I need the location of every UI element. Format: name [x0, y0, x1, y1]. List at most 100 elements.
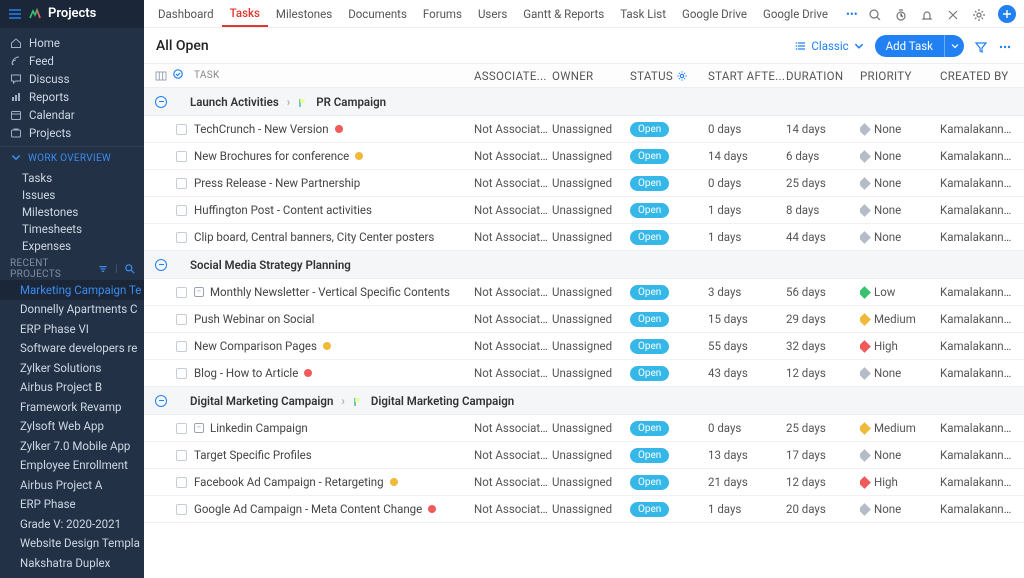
sidebar-subitem-timesheets[interactable]: Timesheets	[0, 220, 144, 237]
task-row[interactable]: Clip board, Central banners, City Center…	[144, 224, 1024, 251]
col-start[interactable]: START AFTE...	[708, 69, 786, 83]
sort-icon[interactable]	[97, 263, 109, 275]
tab-tasks[interactable]: Tasks	[222, 0, 268, 27]
tab-google-drive[interactable]: Google Drive	[755, 0, 836, 27]
row-checkbox[interactable]	[176, 423, 187, 434]
hamburger-icon[interactable]	[8, 7, 22, 21]
sidebar-item-calendar[interactable]: Calendar	[0, 106, 144, 124]
recent-project-item[interactable]: Airbus Project B	[0, 378, 144, 398]
collapse-icon[interactable]	[155, 96, 167, 108]
col-created[interactable]: CREATED BY	[940, 69, 1016, 83]
row-checkbox[interactable]	[176, 504, 187, 515]
sidebar-subitem-milestones[interactable]: Milestones	[0, 203, 144, 220]
recent-project-item[interactable]: Nakshatra Duplex	[0, 553, 144, 573]
tab-milestones[interactable]: Milestones	[268, 0, 340, 27]
sidebar-item-discuss[interactable]: Discuss	[0, 70, 144, 88]
col-duration[interactable]: DURATION	[786, 69, 860, 83]
task-group-header[interactable]: Launch Activities›PR Campaign	[144, 88, 1024, 116]
task-row[interactable]: Push Webinar on SocialNot AssociatedUnas…	[144, 306, 1024, 333]
task-row[interactable]: TechCrunch - New VersionNot AssociatedUn…	[144, 116, 1024, 143]
task-row[interactable]: Press Release - New PartnershipNot Assoc…	[144, 170, 1024, 197]
row-checkbox[interactable]	[176, 232, 187, 243]
task-row[interactable]: New Brochures for conferenceNot Associat…	[144, 143, 1024, 170]
row-checkbox[interactable]	[176, 178, 187, 189]
task-row[interactable]: Blog - How to ArticleNot AssociatedUnass…	[144, 360, 1024, 387]
status-dot-icon	[355, 152, 363, 160]
row-checkbox[interactable]	[176, 314, 187, 325]
task-row[interactable]: Huffington Post - Content activitiesNot …	[144, 197, 1024, 224]
more-icon[interactable]	[998, 39, 1012, 53]
col-owner[interactable]: OWNER	[552, 69, 630, 83]
tab-google-drive[interactable]: Google Drive	[674, 0, 755, 27]
tab-forums[interactable]: Forums	[415, 0, 470, 27]
timer-icon[interactable]	[894, 7, 908, 21]
recent-project-item[interactable]: Airbus Project A	[0, 475, 144, 495]
task-group-header[interactable]: Digital Marketing Campaign›Digital Marke…	[144, 387, 1024, 415]
recent-project-item[interactable]: ERP Phase VI	[0, 319, 144, 339]
add-task-button[interactable]: Add Task	[875, 35, 964, 57]
row-checkbox[interactable]	[176, 368, 187, 379]
recent-project-item[interactable]: ERP Phase	[0, 495, 144, 515]
col-task[interactable]: TASK	[190, 70, 474, 81]
task-row[interactable]: Target Specific ProfilesNot AssociatedUn…	[144, 442, 1024, 469]
recent-project-item[interactable]: Zylker 7.0 Mobile App	[0, 436, 144, 456]
recent-project-item[interactable]: Software developers re	[0, 339, 144, 359]
recent-project-item[interactable]: Grade V: 2020-2021	[0, 514, 144, 534]
search-icon[interactable]	[124, 263, 136, 275]
tab-documents[interactable]: Documents	[340, 0, 415, 27]
collapse-icon[interactable]	[155, 259, 167, 271]
tools-icon[interactable]	[946, 7, 960, 21]
tab-gantt-reports[interactable]: Gantt & Reports	[515, 0, 612, 27]
task-row[interactable]: Facebook Ad Campaign - RetargetingNot As…	[144, 469, 1024, 496]
task-row[interactable]: Google Ad Campaign - Meta Content Change…	[144, 496, 1024, 523]
row-checkbox[interactable]	[176, 124, 187, 135]
sidebar-subitem-tasks[interactable]: Tasks	[0, 169, 144, 186]
col-status[interactable]: STATUS	[630, 69, 708, 83]
collapse-icon[interactable]	[155, 395, 167, 407]
row-checkbox[interactable]	[176, 151, 187, 162]
global-add-button[interactable]	[998, 5, 1016, 23]
cell-priority: None	[860, 448, 940, 462]
recent-project-item[interactable]: Donnelly Apartments C	[0, 300, 144, 320]
row-checkbox[interactable]	[176, 205, 187, 216]
view-mode-classic[interactable]: Classic	[795, 39, 864, 53]
recent-project-item[interactable]: Marketing Campaign Te	[0, 280, 144, 300]
col-priority[interactable]: PRIORITY	[860, 69, 940, 83]
columns-icon[interactable]	[155, 70, 167, 82]
filter-icon[interactable]	[974, 39, 988, 53]
expand-tree-icon[interactable]: –	[194, 287, 204, 297]
sidebar-section-work-overview[interactable]: WORK OVERVIEW	[0, 147, 144, 169]
task-row[interactable]: –Monthly Newsletter - Vertical Specific …	[144, 279, 1024, 306]
task-grid[interactable]: Launch Activities›PR CampaignTechCrunch …	[144, 88, 1024, 578]
sidebar-item-projects[interactable]: Projects	[0, 124, 144, 142]
select-all-icon[interactable]	[172, 68, 184, 80]
row-checkbox[interactable]	[176, 287, 187, 298]
recent-project-item[interactable]: Zylker Solutions	[0, 358, 144, 378]
task-row[interactable]: –Linkedin CampaignNot AssociatedUnassign…	[144, 415, 1024, 442]
recent-project-item[interactable]: Framework Revamp	[0, 397, 144, 417]
search-icon[interactable]	[868, 7, 882, 21]
gear-icon[interactable]	[972, 7, 986, 21]
col-associate[interactable]: ASSOCIATE...	[474, 69, 552, 83]
row-checkbox[interactable]	[176, 341, 187, 352]
tab-dashboard[interactable]: Dashboard	[150, 0, 222, 27]
task-group-header[interactable]: Social Media Strategy Planning	[144, 251, 1024, 279]
bell-icon[interactable]	[920, 7, 934, 21]
tab-task-list[interactable]: Task List	[612, 0, 674, 27]
task-row[interactable]: New Comparison PagesNot AssociatedUnassi…	[144, 333, 1024, 360]
recent-project-item[interactable]: Employee Enrollment	[0, 456, 144, 476]
recent-project-item[interactable]: Website Design Templa	[0, 534, 144, 554]
row-checkbox[interactable]	[176, 450, 187, 461]
more-tabs-button[interactable]: •••	[838, 0, 866, 27]
add-task-split[interactable]	[944, 35, 964, 57]
flag-icon	[353, 396, 363, 406]
sidebar-item-reports[interactable]: Reports	[0, 88, 144, 106]
sidebar-item-home[interactable]: Home	[0, 34, 144, 52]
recent-project-item[interactable]: Zylsoft Web App	[0, 417, 144, 437]
tab-users[interactable]: Users	[470, 0, 515, 27]
expand-tree-icon[interactable]: –	[194, 423, 204, 433]
row-checkbox[interactable]	[176, 477, 187, 488]
sidebar-subitem-expenses[interactable]: Expenses	[0, 237, 144, 254]
sidebar-subitem-issues[interactable]: Issues	[0, 186, 144, 203]
sidebar-item-feed[interactable]: Feed	[0, 52, 144, 70]
